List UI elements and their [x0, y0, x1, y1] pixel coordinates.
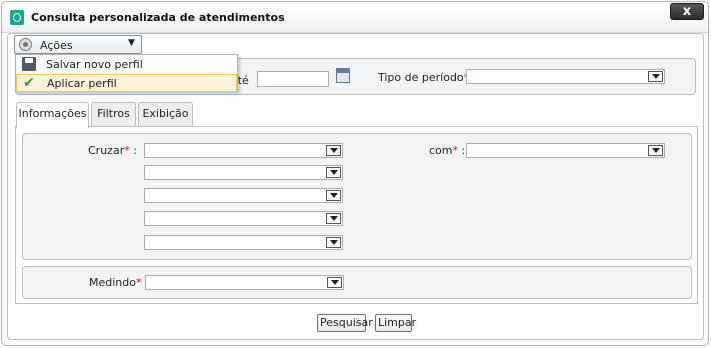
- chevron-down-icon[interactable]: [648, 71, 663, 82]
- tipo-periodo-select[interactable]: [466, 69, 665, 84]
- chevron-down-icon[interactable]: [648, 145, 663, 156]
- chevron-down-icon[interactable]: [326, 145, 341, 156]
- gear-icon: [19, 38, 32, 51]
- close-button[interactable]: x: [670, 3, 704, 20]
- menu-item-label: Salvar novo perfil: [46, 58, 143, 71]
- search-button[interactable]: Pesquisar: [317, 314, 373, 332]
- com-select[interactable]: [466, 143, 665, 158]
- menu-item-aplicar-perfil[interactable]: ✔ Aplicar perfil: [16, 74, 237, 92]
- menu-item-salvar-novo-perfil[interactable]: Salvar novo perfil: [16, 56, 237, 74]
- floppy-disk-icon: [22, 57, 36, 71]
- tab-filtros[interactable]: Filtros: [91, 102, 136, 127]
- cruzar-label: Cruzar* :: [88, 144, 137, 157]
- clear-button[interactable]: Limpar: [375, 314, 416, 332]
- cruzar-select-2[interactable]: [144, 165, 343, 180]
- chevron-down-icon[interactable]: [327, 277, 342, 288]
- chevron-down-icon[interactable]: [326, 237, 341, 248]
- chevron-down-icon[interactable]: [326, 213, 341, 224]
- app-logo-icon: [10, 10, 24, 25]
- chevron-down-icon[interactable]: [326, 167, 341, 178]
- tipo-periodo-label: Tipo de período* :: [378, 71, 476, 84]
- medindo-select[interactable]: [145, 275, 344, 290]
- actions-label: Ações: [40, 39, 73, 52]
- cruzar-select-3[interactable]: [144, 188, 343, 203]
- cruzar-select-5[interactable]: [144, 235, 343, 250]
- chevron-down-icon[interactable]: [326, 190, 341, 201]
- title-bar: Consulta personalizada de atendimentos x: [2, 2, 708, 33]
- calendar-icon[interactable]: [336, 68, 350, 83]
- ate-date-input[interactable]: [257, 71, 329, 87]
- medindo-label: Medindo* :: [89, 276, 149, 289]
- menu-item-label: Aplicar perfil: [47, 77, 117, 90]
- actions-menu: Salvar novo perfil ✔ Aplicar perfil: [15, 54, 238, 92]
- cruzar-select-4[interactable]: [144, 211, 343, 226]
- com-label: com* :: [429, 144, 466, 157]
- caret-down-icon: ▼: [128, 38, 135, 48]
- actions-dropdown[interactable]: Ações ▼: [14, 35, 142, 54]
- cruzar-select-1[interactable]: [144, 143, 343, 158]
- dialog-title: Consulta personalizada de atendimentos: [31, 11, 285, 24]
- checkmark-icon: ✔: [23, 75, 35, 91]
- tab-informacoes[interactable]: Informações: [16, 102, 89, 128]
- tab-exibicao[interactable]: Exibição: [138, 102, 193, 127]
